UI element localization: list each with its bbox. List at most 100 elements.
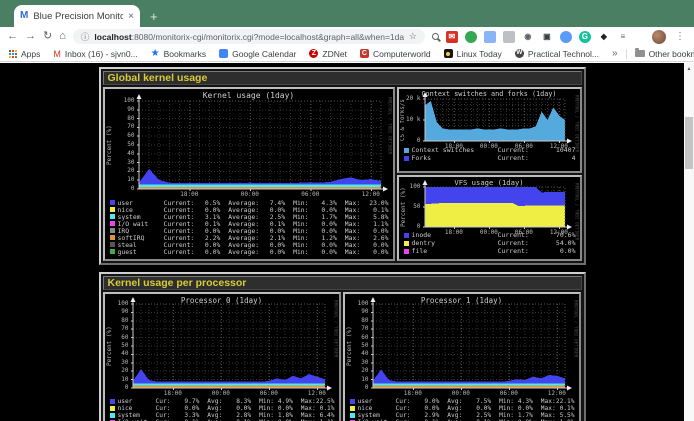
x-tick-label: 12:00 xyxy=(302,391,332,397)
pin-ext-icon[interactable]: ◆ xyxy=(598,31,610,43)
legend-stat-label: Avg: xyxy=(447,398,462,405)
legend-swatch xyxy=(404,241,409,246)
processor-0-chart-panel[interactable]: Processor 0 (1day)Percent (%)01020304050… xyxy=(103,292,341,421)
back-icon[interactable]: ← xyxy=(7,31,18,42)
y-tick-label: 80 xyxy=(105,116,135,122)
legend-stat-label: Current: xyxy=(498,231,538,239)
profile-avatar[interactable] xyxy=(652,30,666,44)
y-tick-label: 40 xyxy=(345,351,369,357)
bookmark-practical-technology[interactable]: W Practical Technol... xyxy=(515,49,599,59)
x-tick-label: 00:00 xyxy=(235,192,265,198)
legend-stat-value: 2.5% xyxy=(476,412,491,419)
legend-stat-label: Min: xyxy=(259,412,274,419)
kernel-usage-chart-panel[interactable]: Kernel usage (1day)Percent (%)0102030405… xyxy=(103,87,395,261)
new-tab-button[interactable]: + xyxy=(150,10,158,23)
y-tick-label: 90 xyxy=(105,107,135,113)
section-global-kernel-usage: Global kernel usage Kernel usage (1day)P… xyxy=(99,67,586,265)
search-ext-icon[interactable] xyxy=(432,33,439,40)
bookmark-computerworld[interactable]: C Computerworld xyxy=(360,49,431,59)
forward-icon[interactable]: → xyxy=(25,31,36,42)
vfs-usage-chart-panel[interactable]: VFS usage (1day)Percent (%)05010018:0000… xyxy=(397,175,582,261)
legend-stat: Avg:2.5% xyxy=(447,412,499,419)
page-scrollbar[interactable]: ▲ xyxy=(684,63,694,421)
browser-menu-icon[interactable]: ⋮ xyxy=(673,31,687,42)
doc-ext-icon[interactable] xyxy=(503,31,515,43)
pages-ext-icon[interactable] xyxy=(484,31,496,43)
gmail-ext-icon[interactable]: ✉ xyxy=(446,31,458,43)
legend-stat: Min:0.0% xyxy=(259,405,301,412)
bookmark-label: Apps xyxy=(21,49,40,59)
legend-stat-label: Cur: xyxy=(396,398,411,405)
legend-stat: Avg:7.5% xyxy=(447,398,499,405)
legend-stat: Min:1.7% xyxy=(499,412,541,419)
legend-stat: Max:0.1% xyxy=(541,405,575,412)
reload-icon[interactable]: ↻ xyxy=(43,31,52,42)
bookmark-inbox[interactable]: M Inbox (16) - sjvn0... xyxy=(53,49,137,59)
legend-stat-value: 22.1% xyxy=(556,398,575,405)
bookmark-star-icon[interactable]: ☆ xyxy=(409,31,417,42)
tab-close-icon[interactable]: × xyxy=(128,11,134,22)
scroll-up-icon[interactable]: ▲ xyxy=(684,63,694,72)
chat-ext-icon[interactable] xyxy=(560,31,572,43)
legend-stat-value: 5.5% xyxy=(560,412,575,419)
section-title: Kernel usage per processor xyxy=(103,276,582,290)
legend-stat-label: Min: xyxy=(293,248,308,256)
y-tick-label: 80 xyxy=(345,318,369,324)
legend-swatch xyxy=(110,406,115,411)
monitorix-favicon: M xyxy=(20,11,28,21)
legend-stat-value: 4.9% xyxy=(278,398,293,405)
legend-stat-label: Current: xyxy=(498,247,538,255)
y-tick-label: 50 xyxy=(399,204,421,210)
scrollbar-thumb[interactable] xyxy=(685,117,693,169)
chart-legend: Context switchesCurrent:10407ForksCurren… xyxy=(404,146,576,162)
context-switches-chart-panel[interactable]: Context switches and forks (1day)CS & fo… xyxy=(397,87,582,173)
legend-stat: Cur:9.7% xyxy=(156,398,208,405)
monitorix-page: Global kernel usage Kernel usage (1day)P… xyxy=(0,63,684,421)
legend-stat-value: 9.0% xyxy=(424,398,439,405)
bookmarks-overflow-icon[interactable]: » xyxy=(612,48,618,59)
star-icon: ★ xyxy=(151,48,160,59)
bookmark-bookmarks[interactable]: ★ Bookmarks xyxy=(151,48,206,59)
legend-stat: Max:22.5% xyxy=(301,398,335,405)
bookmark-zdnet[interactable]: Z ZDNet xyxy=(309,49,347,59)
y-tick-label: 40 xyxy=(105,351,129,357)
processor-1-chart-panel[interactable]: Processor 1 (1day)Percent (%)01020304050… xyxy=(343,292,581,421)
legend-name: Forks xyxy=(404,154,498,162)
legend-stat-value: 0.0% xyxy=(205,248,220,256)
address-bar[interactable]: ⓘ localhost:8080/monitorix-cgi/monitorix… xyxy=(73,29,425,44)
box-ext-icon[interactable]: ▣ xyxy=(541,31,553,43)
legend-stat-label: Min: xyxy=(499,405,514,412)
legend-row: dentryCurrent:54.0% xyxy=(404,239,576,247)
bookmark-linux-today[interactable]: Linux Today xyxy=(444,49,502,59)
chart-legend: inodeCurrent:70.6%dentryCurrent:54.0%fil… xyxy=(404,231,576,255)
bookmark-apps[interactable]: Apps xyxy=(9,49,40,59)
legend-stat-label: Max: xyxy=(541,405,556,412)
bookmark-label: Inbox (16) - sjvn0... xyxy=(65,49,138,59)
bookmark-label: Google Calendar xyxy=(232,49,296,59)
bookmark-label: Computerworld xyxy=(373,49,431,59)
legend-stat-value: 54.0% xyxy=(538,239,576,247)
browser-tab[interactable]: M Blue Precision Monitorix × xyxy=(14,5,140,27)
y-tick-label: 100 xyxy=(399,184,421,190)
legend-stat: Avg:0.0% xyxy=(447,405,499,412)
grammarly-ext-icon[interactable]: G xyxy=(579,31,591,43)
legend-stat: Min: 0.0% xyxy=(293,248,345,256)
other-bookmarks[interactable]: Other bookmarks xyxy=(635,49,694,59)
legend-stat-label: Avg: xyxy=(207,405,222,412)
bookmark-google-calendar[interactable]: Google Calendar xyxy=(219,49,296,59)
legend-row: userCur:9.7%Avg:8.3%Min:4.9%Max:22.5% xyxy=(110,398,335,405)
legend-stat-label: Max: xyxy=(301,412,316,419)
list-ext-icon[interactable]: ≡ xyxy=(617,31,629,43)
divider xyxy=(626,49,627,59)
y-tick-label: 60 xyxy=(345,335,369,341)
page-info-icon[interactable]: ⓘ xyxy=(81,31,90,43)
eye-ext-icon[interactable]: ◉ xyxy=(522,31,534,43)
legend-stat-value: 4 xyxy=(538,154,576,162)
globe-ext-icon[interactable] xyxy=(465,31,477,43)
home-icon[interactable]: ⌂ xyxy=(59,31,66,42)
legend-stat: Cur:2.9% xyxy=(396,412,448,419)
legend-stat-value: 1.7% xyxy=(518,412,533,419)
legend-stat-value: 0.0% xyxy=(321,248,336,256)
computerworld-icon: C xyxy=(360,49,369,58)
rrdtool-watermark: RRDTOOL / TOBI OETIKER xyxy=(572,300,577,357)
